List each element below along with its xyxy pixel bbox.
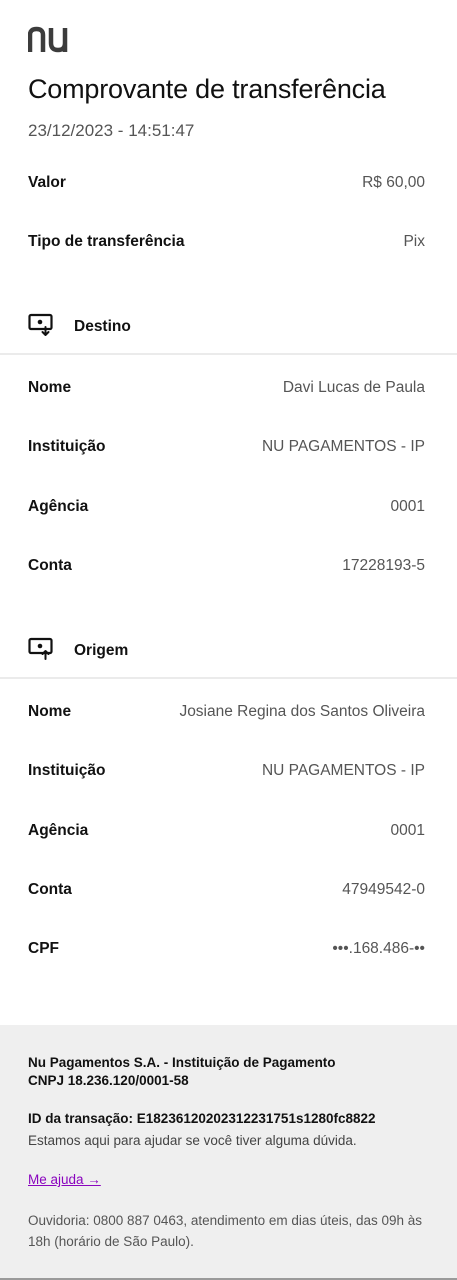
nubank-logo [27, 26, 76, 59]
destino-agencia-row: Agência 0001 [28, 495, 425, 519]
company-cnpj: CNPJ 18.236.120/0001-58 [28, 1073, 189, 1088]
origem-divider [0, 677, 457, 679]
transaction-id: ID da transação: E18236120202312231751s1… [28, 1111, 376, 1126]
valor-label: Valor [28, 174, 66, 191]
help-link[interactable]: Me ajuda → [28, 1172, 101, 1187]
origem-cpf-row: CPF •••.168.486-•• [28, 937, 425, 961]
send-screen-icon [28, 637, 56, 666]
destino-agencia-label: Agência [28, 498, 89, 515]
origem-nome-label: Nome [28, 703, 72, 720]
receive-screen-icon [28, 313, 56, 342]
destino-conta-label: Conta [28, 557, 72, 574]
origem-agencia-row: Agência 0001 [28, 819, 425, 843]
tipo-label: Tipo de transferência [28, 233, 185, 250]
company-name: Nu Pagamentos S.A. - Instituição de Paga… [28, 1055, 336, 1070]
origem-cpf-value: •••.168.486-•• [332, 940, 425, 957]
origem-nome-row: Nome Josiane Regina dos Santos Oliveira [28, 700, 425, 724]
transfer-datetime: 23/12/2023 - 14:51:47 [28, 121, 195, 140]
ouvidoria-info: Ouvidoria: 0800 887 0463, atendimento em… [28, 1213, 423, 1249]
origem-instituicao-row: Instituição NU PAGAMENTOS - IP [28, 759, 425, 783]
help-text: Estamos aqui para ajudar se você tiver a… [28, 1133, 357, 1148]
receipt-footer: Nu Pagamentos S.A. - Instituição de Paga… [0, 1025, 457, 1280]
destino-nome-value: Davi Lucas de Paula [282, 379, 425, 396]
tipo-transferencia-row: Tipo de transferência Pix [28, 230, 425, 254]
origem-agencia-label: Agência [28, 822, 89, 839]
destino-instituicao-value: NU PAGAMENTOS - IP [261, 438, 425, 455]
origem-conta-row: Conta 47949542-0 [28, 878, 425, 902]
destino-nome-row: Nome Davi Lucas de Paula [28, 376, 425, 400]
destino-divider [0, 353, 457, 355]
destino-agencia-value: 0001 [390, 498, 425, 515]
origem-agencia-value: 0001 [390, 822, 425, 839]
destino-label: Destino [74, 318, 131, 335]
destino-instituicao-label: Instituição [28, 438, 106, 455]
valor-value: R$ 60,00 [362, 174, 425, 191]
destino-conta-value: 17228193-5 [342, 557, 425, 574]
company-info: Nu Pagamentos S.A. - Instituição de Paga… [28, 1054, 336, 1090]
page-title: Comprovante de transferência [28, 74, 386, 104]
destino-nome-label: Nome [28, 379, 72, 396]
tipo-value: Pix [403, 233, 425, 250]
valor-row: Valor R$ 60,00 [28, 171, 425, 195]
origem-cpf-label: CPF [28, 940, 59, 957]
origem-conta-label: Conta [28, 881, 72, 898]
origem-instituicao-value: NU PAGAMENTOS - IP [261, 762, 425, 779]
destino-instituicao-row: Instituição NU PAGAMENTOS - IP [28, 435, 425, 459]
origem-label: Origem [74, 642, 129, 659]
origem-conta-value: 47949542-0 [342, 881, 425, 898]
origem-section-header: Origem [28, 637, 129, 666]
destino-section-header: Destino [28, 313, 131, 342]
origem-nome-value: Josiane Regina dos Santos Oliveira [179, 703, 425, 720]
destino-conta-row: Conta 17228193-5 [28, 554, 425, 578]
origem-instituicao-label: Instituição [28, 762, 106, 779]
